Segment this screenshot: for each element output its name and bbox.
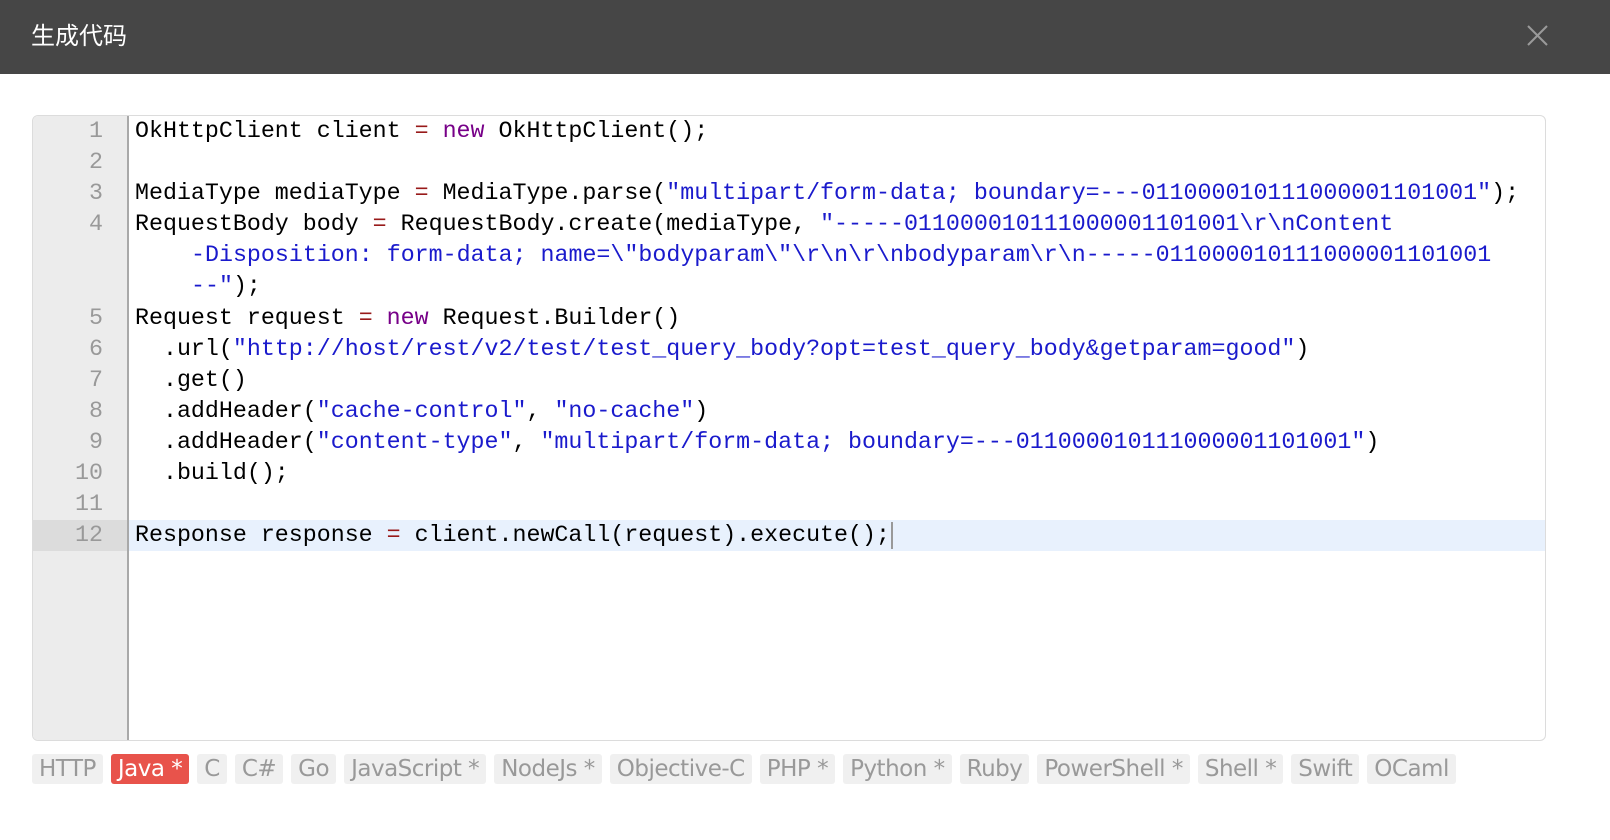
code-line[interactable] <box>129 147 1545 178</box>
code-line[interactable]: .url("http://host/rest/v2/test/test_quer… <box>129 334 1545 365</box>
code-text: Request.Builder() <box>428 304 681 331</box>
code-area[interactable]: OkHttpClient client = new OkHttpClient()… <box>129 116 1545 740</box>
line-number: 11 <box>75 491 103 518</box>
language-tab-ruby[interactable]: Ruby <box>959 754 1030 784</box>
language-tab-csharp[interactable]: C# <box>234 754 284 784</box>
code-line-wrap[interactable]: --"); <box>129 271 1545 302</box>
line-number: 5 <box>89 304 103 331</box>
language-tab-c[interactable]: C <box>197 754 227 784</box>
close-button[interactable] <box>1520 18 1556 54</box>
code-operator: = <box>372 211 387 238</box>
code-string: "multipart/form-data; boundary=---011000… <box>540 428 1366 455</box>
language-tab-objectivec[interactable]: Objective-C <box>609 754 752 784</box>
code-line[interactable]: .addHeader("cache-control", "no-cache") <box>129 396 1545 427</box>
language-tab-powershell[interactable]: PowerShell * <box>1037 754 1190 784</box>
language-tab-http[interactable]: HTTP <box>32 754 103 784</box>
code-text: RequestBody body <box>135 211 373 238</box>
code-operator: = <box>386 522 401 549</box>
code-line[interactable]: .get() <box>129 365 1545 396</box>
code-line[interactable] <box>129 489 1545 520</box>
code-text: .build(); <box>135 460 289 487</box>
language-tab-java[interactable]: Java * <box>110 754 190 784</box>
line-number: 7 <box>89 366 103 393</box>
code-operator: = <box>414 118 429 144</box>
code-line[interactable]: .addHeader("content-type", "multipart/fo… <box>129 427 1545 458</box>
code-line[interactable]: .build(); <box>129 458 1545 489</box>
line-number: 1 <box>89 118 103 144</box>
line-number: 9 <box>89 429 103 455</box>
line-number: 6 <box>89 335 103 362</box>
code-text: , <box>512 428 541 455</box>
code-line-wrap[interactable]: -Disposition: form-data; name=\"bodypara… <box>129 240 1545 271</box>
line-number: 4 <box>89 211 103 238</box>
code-text: .addHeader( <box>135 397 317 424</box>
code-string: "content-type" <box>316 428 513 455</box>
line-number: 12 <box>33 520 127 552</box>
dialog-title: 生成代码 <box>31 22 127 50</box>
close-icon <box>1527 25 1548 46</box>
code-text: client.newCall(request).execute(); <box>400 522 890 549</box>
code-string: -Disposition: form-data; name=\"bodypara… <box>191 242 1492 269</box>
code-string: --" <box>191 273 233 300</box>
code-line[interactable]: Response response = client.newCall(reque… <box>129 520 1545 552</box>
code-text: .addHeader( <box>135 428 317 455</box>
language-tab-swift[interactable]: Swift <box>1291 754 1360 784</box>
dialog-header: 生成代码 <box>0 0 1610 74</box>
language-tab-php[interactable]: PHP * <box>759 754 836 784</box>
code-editor[interactable]: 1 2 3 4 5 6 7 8 9 10 11 12 OkHttpClient client = ne… <box>32 115 1546 741</box>
code-line[interactable]: MediaType mediaType = MediaType.parse("m… <box>129 178 1545 209</box>
language-tab-ocaml[interactable]: OCaml <box>1367 754 1456 784</box>
code-line[interactable]: Request request = new Request.Builder() <box>129 303 1545 334</box>
code-text: OkHttpClient(); <box>484 118 709 144</box>
code-text: .get() <box>135 366 247 393</box>
code-line[interactable]: OkHttpClient client = new OkHttpClient()… <box>129 116 1545 147</box>
code-text: MediaType.parse( <box>428 180 667 207</box>
code-string: "cache-control" <box>316 397 527 424</box>
language-tab-python[interactable]: Python * <box>843 754 952 784</box>
code-text: Response response <box>135 522 387 549</box>
code-keyword: new <box>386 304 429 331</box>
language-tabs: HTTP Java * C C# Go JavaScript * NodeJs * Objec… <box>32 754 1456 784</box>
line-number: 2 <box>89 149 103 176</box>
code-operator: = <box>414 180 429 207</box>
code-text: ) <box>694 397 709 424</box>
code-text: ) <box>1295 335 1310 362</box>
language-tab-javascript[interactable]: JavaScript * <box>344 754 487 784</box>
code-text: MediaType mediaType <box>135 180 415 207</box>
code-keyword: new <box>442 118 485 144</box>
language-tab-shell[interactable]: Shell * <box>1197 754 1284 784</box>
code-text: Request request <box>135 304 359 331</box>
code-string: "multipart/form-data; boundary=---011000… <box>666 180 1492 207</box>
code-text: RequestBody.create(mediaType, <box>386 211 821 238</box>
code-text: .url( <box>135 335 233 362</box>
line-number: 8 <box>89 397 103 424</box>
language-tab-nodejs[interactable]: NodeJs * <box>494 754 602 784</box>
code-string: "-----011000010111000001101001\r\nConten… <box>820 211 1394 238</box>
language-tab-go[interactable]: Go <box>291 754 337 784</box>
code-string: "no-cache" <box>554 397 695 424</box>
code-text: ) <box>1365 428 1380 455</box>
text-cursor <box>890 521 893 549</box>
line-number: 10 <box>75 460 103 487</box>
code-operator: = <box>358 304 373 331</box>
line-number-gutter: 1 2 3 4 5 6 7 8 9 10 11 12 <box>33 116 129 740</box>
code-text: ); <box>232 273 261 300</box>
line-number: 3 <box>89 180 103 207</box>
code-text: OkHttpClient client <box>135 118 415 144</box>
code-string: "http://host/rest/v2/test/test_query_bod… <box>232 335 1296 362</box>
code-text: , <box>526 397 555 424</box>
code-text: ); <box>1491 180 1520 207</box>
code-line[interactable]: RequestBody body = RequestBody.create(me… <box>129 209 1545 240</box>
